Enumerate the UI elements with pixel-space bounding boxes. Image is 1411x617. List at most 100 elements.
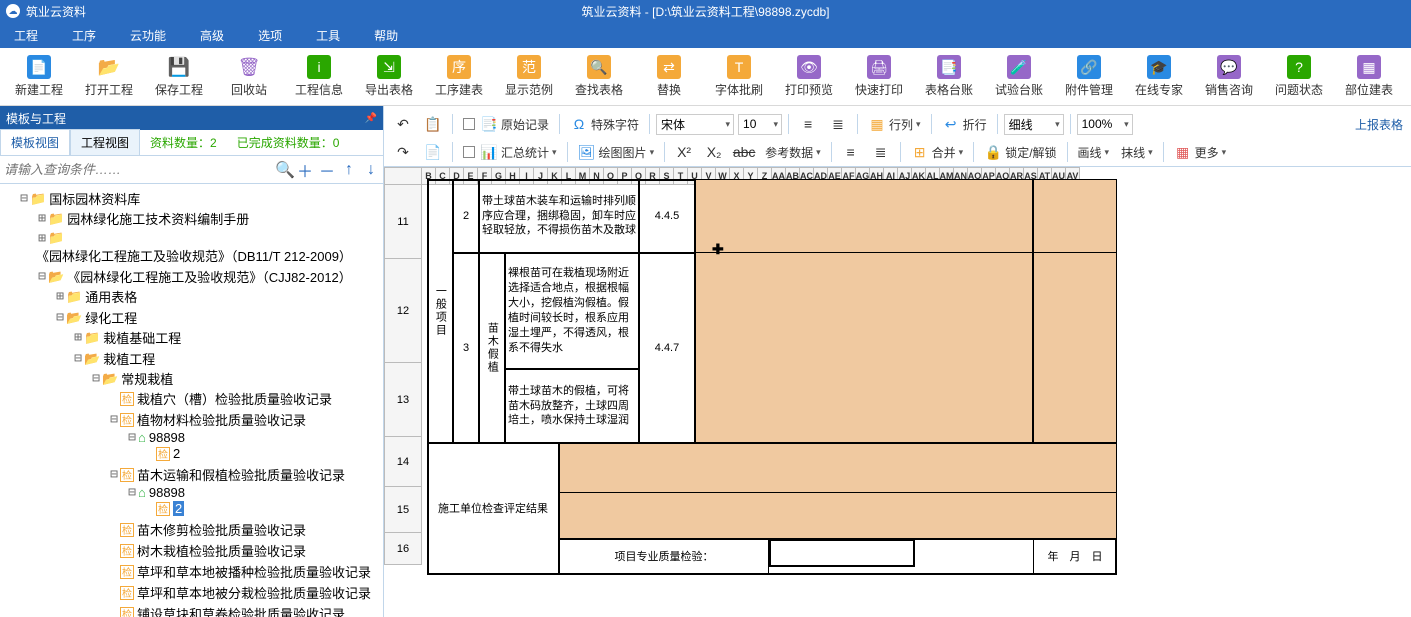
tb-test-ledger[interactable]: 🧪试验台账: [984, 52, 1054, 102]
tree-leaf[interactable]: 检栽植穴（槽）检验批质量验收记录: [108, 388, 383, 409]
tree-node[interactable]: ⊞📁栽植基础工程: [72, 327, 383, 348]
tb-process-table[interactable]: 序工序建表: [424, 52, 494, 102]
menu-project[interactable]: 工程: [6, 25, 46, 46]
wrap-button[interactable]: ↩折行: [938, 113, 991, 135]
down-icon[interactable]: ↓: [363, 161, 379, 179]
tree-leaf[interactable]: 检草坪和草本地被分栽检验批质量验收记录: [108, 582, 383, 603]
row-col-button[interactable]: ▦行列▾: [864, 113, 925, 135]
check-badge-icon: 检: [120, 392, 134, 406]
tree-leaf-selected[interactable]: 检2: [144, 500, 383, 517]
menu-cloud[interactable]: 云功能: [122, 25, 174, 46]
tree-leaf[interactable]: 检树木栽植检验批质量验收记录: [108, 540, 383, 561]
more-button[interactable]: ▦更多▾: [1170, 141, 1231, 163]
line-style-select[interactable]: 细线: [1004, 114, 1064, 135]
menu-help[interactable]: 帮助: [366, 25, 406, 46]
tree-node[interactable]: ⊟📂常规栽植 检栽植穴（槽）检验批质量验收记录 ⊟检植物材料检验批质量验收记录 …: [90, 368, 383, 617]
tree-leaf[interactable]: 检铺设草块和草卷检验批质量验收记录: [108, 603, 383, 617]
font-size-select[interactable]: 10: [738, 114, 782, 135]
sheet-corner[interactable]: [384, 167, 422, 185]
tree-node[interactable]: ⊟📂《园林绿化工程施工及验收规范》（CJJ82-2012） ⊞📁通用表格 ⊟📂绿…: [36, 266, 383, 617]
paste-button[interactable]: 📋: [420, 113, 446, 135]
remove-icon[interactable]: －: [319, 158, 335, 182]
tb-recycle[interactable]: 🗑回收站: [214, 52, 284, 102]
search-input[interactable]: [4, 158, 269, 182]
lock-button[interactable]: 🔒锁定/解锁: [980, 141, 1060, 163]
tb-find-table[interactable]: 🔍查找表格: [564, 52, 634, 102]
row-headers[interactable]: 11 12 13 14 15 16: [384, 185, 422, 565]
tree-leaf[interactable]: 检苗木修剪检验批质量验收记录: [108, 519, 383, 540]
redo-button[interactable]: ↷: [390, 141, 416, 163]
tree-leaf[interactable]: ⊟⌂98898 检2: [126, 429, 383, 463]
grid-area[interactable]: 一般项目 2 3 苗木假植 带土球苗木装车和运输时排列顺序应合理，捆绑稳固，卸车…: [422, 185, 1411, 617]
pin-icon[interactable]: 📌: [365, 113, 377, 124]
tree-leaf[interactable]: 检草坪和草本地被播种检验批质量验收记录: [108, 561, 383, 582]
tree-leaf[interactable]: 检2: [144, 445, 383, 462]
proj-check-input[interactable]: [769, 539, 915, 567]
up-icon[interactable]: ↑: [341, 161, 357, 179]
tb-attach-mgmt[interactable]: 🔗附件管理: [1054, 52, 1124, 102]
tb-part-table[interactable]: ▦部位建表: [1334, 52, 1404, 102]
tb-open-project[interactable]: 📂打开工程: [74, 52, 144, 102]
title-bar: ☁ 筑业云资料 筑业云资料 - [D:\筑业云资料工程\98898.zycdb]: [0, 0, 1411, 22]
merge-button[interactable]: ⊞合并▾: [907, 141, 968, 163]
tree-node[interactable]: ⊞📁《园林绿化工程施工及验收规范》（DB11/T 212-2009）: [36, 229, 383, 266]
valign2-button[interactable]: ≣: [868, 141, 894, 163]
tree-leaf[interactable]: ⊟检植物材料检验批质量验收记录 ⊟⌂98898 检2: [108, 409, 383, 464]
row-header[interactable]: 13: [384, 363, 422, 437]
tree-node[interactable]: ⊞📁园林绿化施工技术资料编制手册: [36, 208, 383, 229]
tb-sales[interactable]: 💬销售咨询: [1194, 52, 1264, 102]
tree-node[interactable]: ⊟📂栽植工程 ⊟📂常规栽植 检栽植穴（槽）检验批质量验收记录 ⊟检植物材料检验批…: [72, 348, 383, 617]
ref-data-button[interactable]: 参考数据▾: [761, 142, 825, 163]
summary-stat-button[interactable]: 📊汇总统计▾: [459, 141, 561, 163]
search-icon[interactable]: 🔍: [275, 160, 291, 180]
menu-tools[interactable]: 工具: [308, 25, 348, 46]
tb-replace[interactable]: ⇄替换: [634, 52, 704, 102]
subscript-button[interactable]: X₂: [701, 141, 727, 163]
zoom-select[interactable]: 100%: [1077, 114, 1133, 135]
row-header[interactable]: 12: [384, 259, 422, 363]
tb-show-sample[interactable]: 范显示范例: [494, 52, 564, 102]
special-char-button[interactable]: Ω特殊字符: [566, 113, 643, 135]
draw-line-button[interactable]: 画线▾: [1074, 142, 1114, 163]
row-header[interactable]: 16: [384, 533, 422, 565]
row-header[interactable]: 11: [384, 185, 422, 259]
tree-leaf[interactable]: ⊟检苗木运输和假植检验批质量验收记录 ⊟⌂98898 检2: [108, 464, 383, 519]
row-header[interactable]: 14: [384, 437, 422, 487]
upload-table-button[interactable]: 上报表格: [1355, 116, 1403, 133]
main-toolbar: 📄新建工程 📂打开工程 💾保存工程 🗑回收站 i工程信息 ⇲导出表格 序工序建表…: [0, 48, 1411, 106]
align-center-button[interactable]: ≣: [825, 113, 851, 135]
strike-button[interactable]: abc: [731, 141, 757, 163]
tree-leaf[interactable]: ⊟⌂98898 检2: [126, 484, 383, 518]
menu-process[interactable]: 工序: [64, 25, 104, 46]
tab-project-view[interactable]: 工程视图: [70, 129, 140, 155]
tb-expert[interactable]: 🎓在线专家: [1124, 52, 1194, 102]
font-select[interactable]: 宋体: [656, 114, 734, 135]
tree-node[interactable]: ⊞📁通用表格: [54, 286, 383, 307]
menu-advanced[interactable]: 高级: [192, 25, 232, 46]
tb-project-info[interactable]: i工程信息: [284, 52, 354, 102]
tb-quick-print[interactable]: 🖨快速打印: [844, 52, 914, 102]
tb-print-preview[interactable]: 👁打印预览: [774, 52, 844, 102]
tree-root[interactable]: ⊟📁国标园林资料库 ⊞📁园林绿化施工技术资料编制手册 ⊞📁《园林绿化工程施工及验…: [18, 188, 383, 617]
tb-issue-status[interactable]: ?问题状态: [1264, 52, 1334, 102]
align-left-button[interactable]: ≡: [795, 113, 821, 135]
spreadsheet[interactable]: BCDEFGHIJKLMNOPQRSTUVWXYZAAABACADAEAFAGA…: [384, 167, 1411, 617]
raw-record-button[interactable]: 📑原始记录: [459, 113, 553, 135]
tb-font-brush[interactable]: T字体批刷: [704, 52, 774, 102]
tree-node[interactable]: ⊟📂绿化工程 ⊞📁栽植基础工程 ⊟📂栽植工程 ⊟📂常规栽植 检栽植穴（: [54, 307, 383, 617]
row-header[interactable]: 15: [384, 487, 422, 533]
erase-line-button[interactable]: 抹线▾: [1117, 142, 1157, 163]
tb-save-project[interactable]: 💾保存工程: [144, 52, 214, 102]
draw-image-button[interactable]: 🖼绘图图片▾: [574, 141, 659, 163]
tab-template-view[interactable]: 模板视图: [0, 129, 70, 155]
tb-export-table[interactable]: ⇲导出表格: [354, 52, 424, 102]
valign-button[interactable]: ≡: [838, 141, 864, 163]
copy-button[interactable]: 📄: [420, 141, 446, 163]
superscript-button[interactable]: X²: [671, 141, 697, 163]
menu-options[interactable]: 选项: [250, 25, 290, 46]
add-icon[interactable]: ＋: [297, 158, 313, 182]
template-tree[interactable]: ⊟📁国标园林资料库 ⊞📁园林绿化施工技术资料编制手册 ⊞📁《园林绿化工程施工及验…: [0, 184, 383, 617]
tb-table-ledger[interactable]: 📑表格台账: [914, 52, 984, 102]
tb-new-project[interactable]: 📄新建工程: [4, 52, 74, 102]
undo-button[interactable]: ↶: [390, 113, 416, 135]
